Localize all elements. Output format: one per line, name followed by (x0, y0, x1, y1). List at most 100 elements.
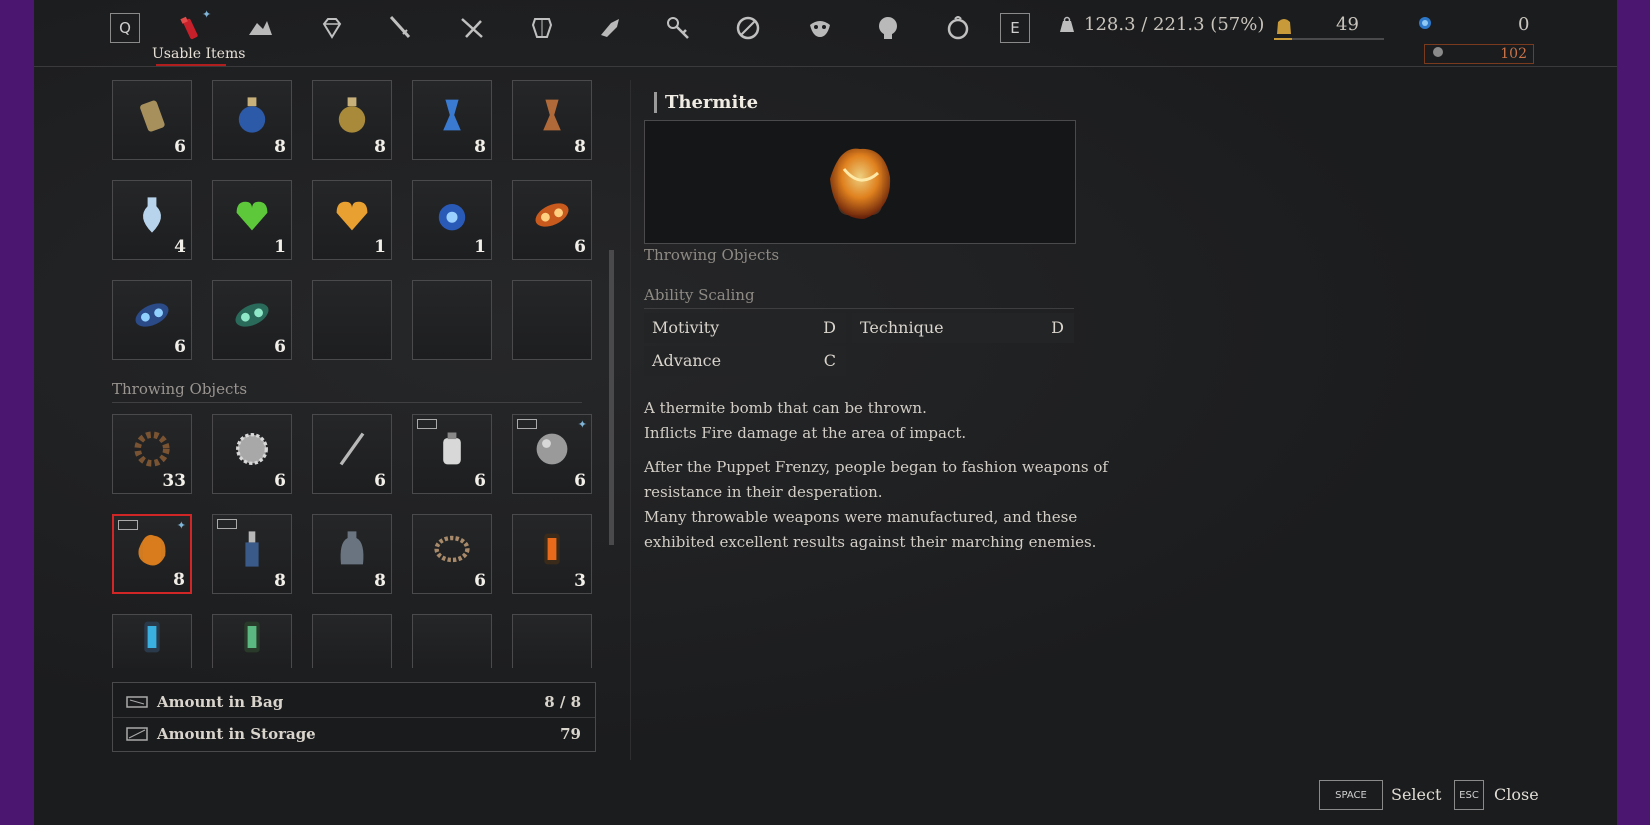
inventory-slot-thermite[interactable]: ✦ 8 (112, 514, 192, 594)
inventory-slot-electric-bottle[interactable]: 8 (212, 514, 292, 594)
inventory-slot-copper-vial[interactable]: 8 (512, 80, 592, 160)
gold-flask-icon (330, 93, 374, 141)
item-count: 6 (174, 337, 186, 357)
coin-icon (1431, 45, 1445, 63)
close-label: Close (1494, 785, 1539, 804)
arm-tab-icon[interactable] (592, 12, 628, 44)
select-label: Select (1391, 785, 1442, 804)
inventory-slot-grey-bottle[interactable]: 8 (312, 514, 392, 594)
quick-slot-tag-icon (118, 520, 138, 530)
item-count: 33 (162, 471, 186, 491)
item-count: 6 (574, 237, 586, 257)
item-count: 6 (274, 337, 286, 357)
inventory-slot-gold-flask[interactable]: 8 (312, 80, 392, 160)
inventory-slot-gear[interactable]: 33 (112, 414, 192, 494)
category-tab-bar: Q ✦ Usable Items E 128.3 / 221.3 (57%) 4… (34, 0, 1617, 67)
gold-pouch-icon (1274, 14, 1294, 40)
inventory-slot-amber-heart[interactable]: 1 (312, 180, 392, 260)
inventory-slot-green-heart[interactable]: 1 (212, 180, 292, 260)
weight-icon (1058, 16, 1076, 38)
amulet-tab-icon[interactable] (940, 12, 976, 44)
pale-flask-icon (130, 193, 174, 241)
inventory-slot-blue-orb[interactable]: 1 (412, 180, 492, 260)
inventory-slot-blue-cog[interactable]: 6 (112, 280, 192, 360)
secondary-currency-value: 102 (1500, 46, 1527, 62)
inventory-slot-blue-vial[interactable]: 8 (412, 80, 492, 160)
inventory-slot-fire-lantern[interactable]: 3 (512, 514, 592, 594)
inventory-slot-green-lantern[interactable] (212, 614, 292, 668)
empty-slot[interactable] (512, 280, 592, 360)
disc-tab-icon[interactable] (730, 12, 766, 44)
new-item-diamond-icon: ✦ (176, 519, 186, 532)
blue-lantern-icon (130, 615, 174, 663)
dagger-tab-icon[interactable] (382, 12, 418, 44)
inventory-slot-flask-bomb[interactable]: 6 (412, 414, 492, 494)
inventory-slot-fire-cog[interactable]: 6 (512, 180, 592, 260)
ergo-count: 0 (1518, 14, 1530, 35)
prev-tab-key[interactable]: Q (110, 13, 140, 43)
item-count: 8 (274, 571, 286, 591)
green-lantern-icon (230, 615, 274, 663)
inventory-slot-canister[interactable]: 6 (112, 80, 192, 160)
gear-icon (130, 427, 174, 475)
item-count: 6 (374, 471, 386, 491)
green-heart-icon (230, 193, 274, 241)
esc-key-hint[interactable]: ESC (1454, 780, 1484, 810)
next-tab-key[interactable]: E (1000, 13, 1030, 43)
copper-vial-icon (530, 93, 574, 141)
inventory-slot-pale-flask[interactable]: 4 (112, 180, 192, 260)
inventory-slot-teal-cog[interactable]: 6 (212, 280, 292, 360)
gem-tab-icon[interactable] (314, 12, 350, 44)
item-count: 1 (474, 237, 486, 257)
item-count: 8 (374, 137, 386, 157)
empty-slot[interactable] (312, 614, 392, 668)
inventory-slot-blue-lantern[interactable] (112, 614, 192, 668)
javelin-icon (330, 427, 374, 475)
active-tab-label: Usable Items (152, 46, 246, 62)
item-count: 8 (474, 137, 486, 157)
material-tab-icon[interactable] (242, 12, 278, 44)
weight-load-value: 128.3 / 221.3 (57%) (1084, 14, 1265, 35)
empty-slot[interactable] (412, 280, 492, 360)
game-screen: Q ✦ Usable Items E 128.3 / 221.3 (57%) 4… (34, 0, 1617, 825)
empty-slot[interactable] (512, 614, 592, 668)
item-description-effect: A thermite bomb that can be thrown. Infl… (644, 399, 967, 442)
amber-heart-icon (330, 193, 374, 241)
electric-bottle-icon (230, 527, 274, 575)
gold-count: 49 (1336, 14, 1359, 35)
canister-icon (130, 93, 174, 141)
quick-slot-tag-icon (417, 419, 437, 429)
amount-in-storage-row: Amount in Storage 79 (113, 719, 595, 749)
item-count: 6 (474, 471, 486, 491)
key-item-tab-icon[interactable] (660, 12, 696, 44)
quick-slot-tag-icon (217, 519, 237, 529)
blade-tab-icon[interactable] (454, 12, 490, 44)
mask-tab-icon[interactable] (802, 12, 838, 44)
armor-tab-icon[interactable] (524, 12, 560, 44)
iron-ball-icon (530, 427, 574, 475)
flask-bomb-icon (430, 427, 474, 475)
teal-cog-icon (230, 293, 274, 341)
inventory-scrollbar[interactable] (609, 250, 614, 545)
inventory-slot-iron-ball[interactable]: ✦ 6 (512, 414, 592, 494)
item-title: Thermite (654, 92, 758, 113)
item-description-lore: After the Puppet Frenzy, people began to… (644, 458, 1108, 551)
space-key-hint[interactable]: SPACE (1319, 780, 1383, 810)
inventory-slot-blue-flask[interactable]: 8 (212, 80, 292, 160)
grey-bottle-icon (330, 527, 374, 575)
inventory-slot-javelin[interactable]: 6 (312, 414, 392, 494)
fire-lantern-icon (530, 527, 574, 575)
blue-orb-icon (430, 193, 474, 241)
inventory-slot-chain[interactable]: 6 (412, 514, 492, 594)
inventory-slot-saw[interactable]: 6 (212, 414, 292, 494)
amount-in-bag-row: Amount in Bag 8 / 8 (113, 687, 595, 718)
thermite-icon (130, 527, 174, 575)
item-count: 6 (474, 571, 486, 591)
empty-slot[interactable] (412, 614, 492, 668)
thermite-icon (820, 139, 900, 233)
head-tab-icon[interactable] (870, 12, 906, 44)
new-item-diamond-icon: ✦ (577, 418, 587, 431)
item-count: 8 (173, 570, 185, 590)
ergo-icon (1416, 14, 1434, 36)
empty-slot[interactable] (312, 280, 392, 360)
